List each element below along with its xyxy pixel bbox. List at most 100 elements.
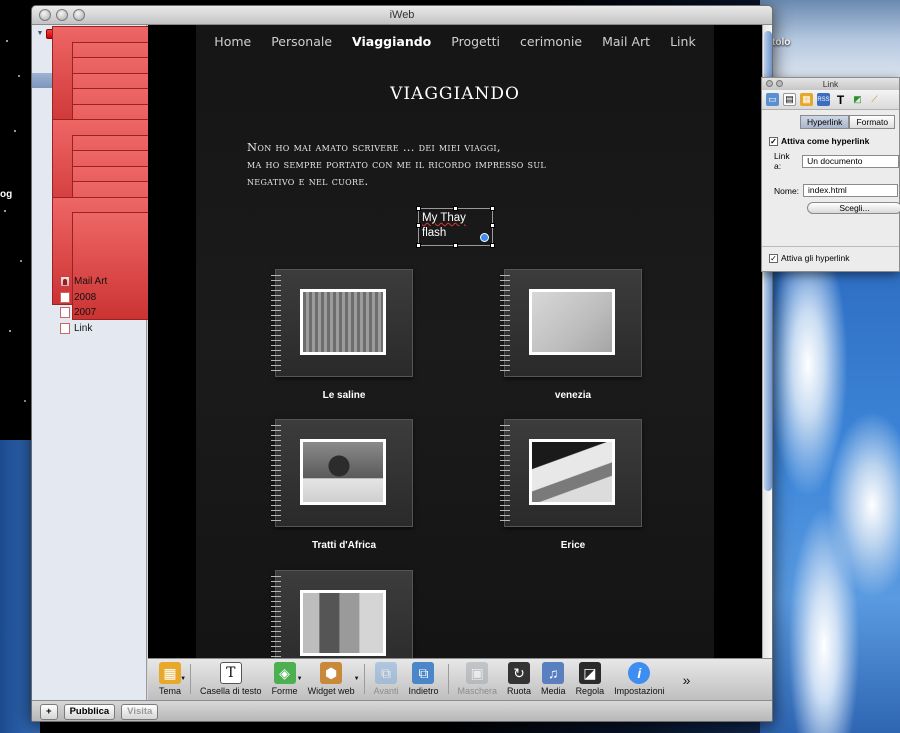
sidebar-item-label: Mail Art	[74, 276, 108, 288]
resize-handle[interactable]	[416, 243, 421, 248]
sidebar-item[interactable]: Link	[32, 321, 146, 337]
enable-hyperlink-checkbox[interactable]: ✓ Attiva come hyperlink	[769, 136, 899, 146]
close-button[interactable]	[39, 9, 51, 21]
site-navigation: Home Personale Viaggiando Progetti cerimonie…	[148, 34, 762, 49]
title-bar[interactable]: iWeb	[32, 6, 772, 25]
spiral-binding	[271, 425, 281, 521]
overflow-icon[interactable]: »	[683, 672, 691, 688]
inspector-title: Link	[822, 79, 839, 89]
resize-handle[interactable]	[453, 243, 458, 248]
page-canvas[interactable]: Home Personale Viaggiando Progetti cerimonie…	[148, 25, 762, 658]
toolbar-text-box-button[interactable]: T Casella di testo	[195, 662, 267, 700]
site-actions-bar: + Pubblica Visita	[32, 700, 772, 721]
publish-button[interactable]: Pubblica	[63, 704, 116, 720]
enable-hyperlink-label: Attiva come hyperlink	[781, 136, 870, 146]
nav-link[interactable]: Mail Art	[592, 34, 660, 49]
tab-format[interactable]: Formato	[849, 115, 896, 129]
toolbar-button-label: Widget web	[307, 686, 355, 696]
nav-link[interactable]: Viaggiando	[342, 34, 441, 49]
sidebar-item[interactable]: Mail Art	[32, 274, 146, 290]
person-page-icon	[60, 276, 70, 288]
toolbar-button-label: Maschera	[457, 686, 498, 696]
sidebar-item[interactable]: 2007	[32, 305, 146, 321]
album-title[interactable]: Le saline	[275, 390, 413, 401]
album-title[interactable]: Tratti d'Africa	[275, 540, 413, 551]
name-field[interactable]: index.html	[803, 184, 899, 197]
toolbar-media-button[interactable]: ♫ Media	[536, 662, 571, 700]
nav-link[interactable]: Progetti	[441, 34, 510, 49]
resize-handle[interactable]	[490, 243, 495, 248]
page-icon	[60, 291, 70, 303]
tab-hyperlink[interactable]: Hyperlink	[800, 115, 850, 129]
photo-album[interactable]	[271, 419, 413, 527]
toolbar-overflow-button[interactable]: »	[678, 672, 696, 700]
site-sidebar: ▼SitoHomePersonale▼ViaggiandoLe salineve…	[32, 25, 210, 700]
checkbox-check-icon[interactable]: ✓	[769, 253, 778, 263]
resize-handle[interactable]	[490, 223, 495, 228]
choose-button[interactable]: Scegli...	[807, 202, 900, 214]
toolbar-send-backward-button[interactable]: ⧉ Indietro	[403, 662, 443, 700]
minimize-button[interactable]	[56, 9, 68, 21]
toolbar-web-widget-button[interactable]: ⬢ Widget web ▼	[303, 662, 360, 700]
blog-inspector-icon[interactable]: ▦	[800, 93, 813, 106]
toolbar-rotate-button[interactable]: ↻ Ruota	[502, 662, 536, 700]
rss-inspector-icon[interactable]: RSS	[817, 93, 830, 106]
disclosure-triangle-icon[interactable]: ▼	[36, 30, 44, 38]
text-inspector-icon[interactable]: T	[834, 93, 847, 107]
shapes-icon: ◈	[273, 662, 296, 684]
album-title[interactable]: Erice	[504, 540, 642, 551]
toolbar-info-button[interactable]: i Impostazioni	[609, 662, 670, 700]
toolbar-bring-forward-button[interactable]: ⧉ Avanti	[369, 662, 404, 700]
zoom-button[interactable]	[73, 9, 85, 21]
close-button[interactable]	[766, 80, 773, 87]
resize-handle[interactable]	[416, 206, 421, 211]
photo-album[interactable]	[500, 269, 642, 377]
hyperlink-arrow-icon[interactable]	[480, 233, 489, 242]
nav-link[interactable]: cerimonie	[510, 34, 592, 49]
nav-link[interactable]: Personale	[261, 34, 342, 49]
metrics-inspector-icon[interactable]: ⟋	[868, 93, 881, 106]
document-inspector-icon[interactable]: ▭	[766, 93, 779, 106]
sidebar-item[interactable]: 2008	[32, 290, 146, 306]
inspector-segmented-tabs: Hyperlink Formato	[800, 115, 899, 129]
photo-album[interactable]	[271, 269, 413, 377]
enable-all-hyperlinks-checkbox[interactable]: ✓ Attiva gli hyperlink	[769, 253, 899, 263]
intro-text[interactable]: Non ho mai amato scrivere ... dei miei v…	[247, 139, 667, 190]
visit-button[interactable]: Visita	[121, 704, 159, 720]
toolbar-button-label: Ruota	[507, 686, 532, 696]
bring-forward-icon: ⧉	[375, 662, 398, 684]
toolbar-adjust-button[interactable]: ◪ Regola	[571, 662, 610, 700]
send-backward-icon: ⧉	[412, 662, 435, 684]
add-page-button[interactable]: +	[40, 704, 58, 720]
desktop-item-label[interactable]: og	[0, 189, 12, 200]
toolbar-theme-button[interactable]: ▦ Tema ▼	[154, 662, 186, 700]
album-title[interactable]: venezia	[504, 390, 642, 401]
inspector-title-bar[interactable]: Link	[762, 78, 899, 90]
toolbar-shapes-button[interactable]: ◈ Forme ▼	[267, 662, 303, 700]
album-thumbnail	[529, 289, 615, 355]
graphic-inspector-icon[interactable]: ◩	[851, 93, 864, 106]
minimize-button[interactable]	[776, 80, 783, 87]
sidebar-item[interactable]: cerimonie	[32, 212, 210, 321]
inspector-tab-icons: ▭ ▤ ▦ RSS T ◩ ⟋	[762, 90, 899, 110]
resize-handle[interactable]	[490, 206, 495, 211]
selected-text-box[interactable]: My Thay flash	[416, 206, 495, 248]
resize-handle[interactable]	[416, 223, 421, 228]
page-inspector-icon[interactable]: ▤	[783, 93, 796, 106]
toolbar-button-label: Forme	[271, 686, 298, 696]
resize-handle[interactable]	[453, 206, 458, 211]
photo-album[interactable]	[271, 570, 413, 658]
toolbar-separator	[447, 664, 449, 694]
toolbar-mask-button[interactable]: ▣ Maschera	[453, 662, 503, 700]
album-thumbnail	[300, 590, 386, 656]
checkbox-check-icon[interactable]: ✓	[769, 136, 778, 146]
page-title[interactable]: VIAGGIANDO	[148, 84, 762, 104]
photo-album[interactable]	[500, 419, 642, 527]
link-to-popup[interactable]: Un documento	[802, 154, 899, 168]
bottom-toolbar: ▦ Tema ▼ T Casella di testo ◈ Forme ▼ ⬢ Widget we…	[148, 658, 772, 700]
nav-link[interactable]: Link	[660, 34, 706, 49]
spiral-binding	[500, 425, 510, 521]
nav-link[interactable]: Home	[204, 34, 261, 49]
mask-icon: ▣	[466, 662, 489, 684]
desktop-item-label[interactable]: tolo	[772, 37, 790, 48]
